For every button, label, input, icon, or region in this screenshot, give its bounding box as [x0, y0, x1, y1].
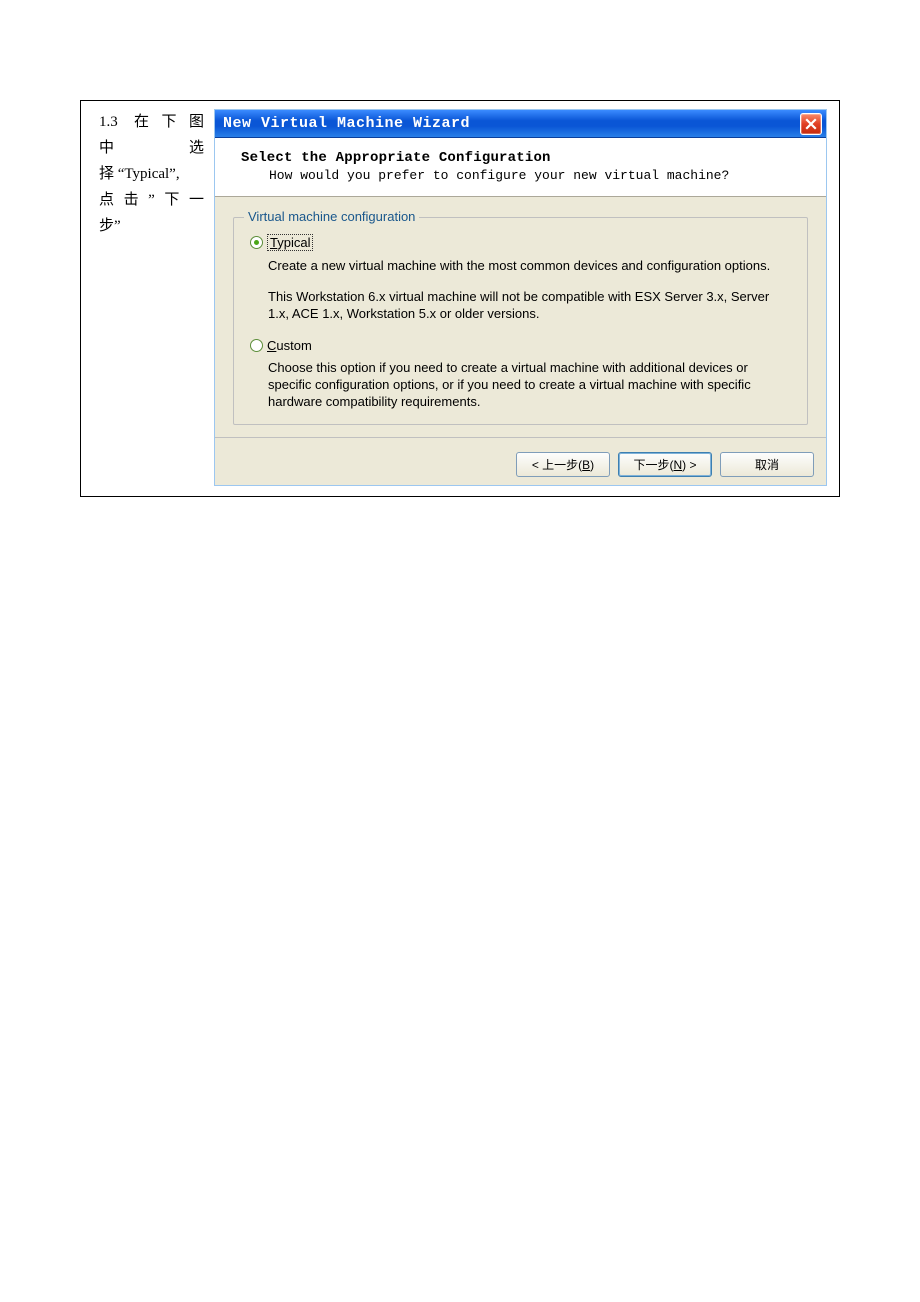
- radio-typical-indicator: [250, 236, 263, 249]
- instruction-line-2: 中 选: [99, 135, 204, 161]
- instruction-line-3: 择 “Typical”,: [99, 161, 204, 187]
- cancel-button[interactable]: 取消: [720, 452, 814, 477]
- titlebar: New Virtual Machine Wizard: [215, 110, 826, 138]
- radio-typical[interactable]: Typical: [250, 234, 791, 251]
- radio-custom-label: Custom: [267, 338, 312, 353]
- groupbox-legend: Virtual machine configuration: [244, 209, 419, 224]
- back-button[interactable]: < 上一步(B): [516, 452, 610, 477]
- radio-typical-label: Typical: [267, 234, 313, 251]
- next-button[interactable]: 下一步(N) >: [618, 452, 712, 477]
- wizard-buttons: < 上一步(B) 下一步(N) > 取消: [215, 437, 826, 485]
- radio-custom[interactable]: Custom: [250, 338, 791, 353]
- wizard-header: Select the Appropriate Configuration How…: [215, 138, 826, 197]
- radio-typical-desc-2: This Workstation 6.x virtual machine wil…: [268, 288, 791, 322]
- config-groupbox: Virtual machine configuration Typical Cr…: [233, 217, 808, 425]
- window-title: New Virtual Machine Wizard: [223, 115, 470, 132]
- radio-typical-desc-1: Create a new virtual machine with the mo…: [268, 257, 791, 274]
- wizard-header-title: Select the Appropriate Configuration: [241, 150, 812, 166]
- wizard-header-subtitle: How would you prefer to configure your n…: [269, 168, 812, 184]
- radio-custom-desc: Choose this option if you need to create…: [268, 359, 791, 410]
- close-button[interactable]: [800, 113, 822, 135]
- instruction-text: 1.3 在下图 中 选 择 “Typical”, 点击”下一 步”: [99, 109, 204, 486]
- instruction-line-1: 1.3 在下图: [99, 109, 204, 135]
- instruction-line-4: 点击”下一: [99, 187, 204, 213]
- close-icon: [805, 118, 817, 130]
- radio-custom-indicator: [250, 339, 263, 352]
- instruction-line-5: 步”: [99, 213, 204, 239]
- document-content-row: 1.3 在下图 中 选 择 “Typical”, 点击”下一 步” New Vi…: [80, 100, 840, 497]
- wizard-dialog: New Virtual Machine Wizard Select the Ap…: [214, 109, 827, 486]
- wizard-body: Virtual machine configuration Typical Cr…: [215, 197, 826, 437]
